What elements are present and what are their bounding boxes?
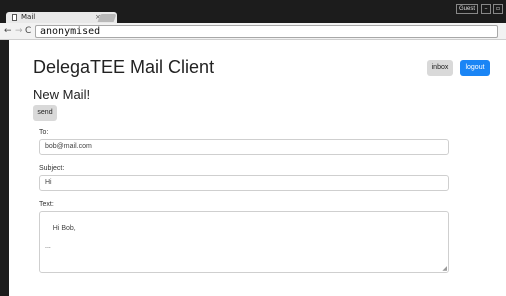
subject-field[interactable]: Hi: [39, 175, 449, 191]
inbox-button[interactable]: inbox: [427, 60, 453, 76]
logout-button[interactable]: logout: [460, 60, 490, 76]
window-left-frame: [0, 23, 9, 296]
to-label: To:: [39, 129, 49, 136]
send-button[interactable]: send: [33, 105, 57, 121]
to-field[interactable]: bob@mail.com: [39, 139, 449, 155]
text-label: Text:: [39, 201, 54, 208]
reload-icon[interactable]: C: [25, 23, 31, 40]
url-text: anonymised: [40, 26, 101, 37]
page-title: New Mail!: [33, 87, 91, 102]
page-icon: [12, 14, 17, 21]
address-bar[interactable]: anonymised: [35, 25, 498, 38]
tab-title: Mail: [21, 13, 36, 21]
guest-profile-button[interactable]: Guest: [456, 4, 478, 14]
maximize-icon[interactable]: ▫: [493, 4, 503, 14]
app-title: DelegaTEE Mail Client: [33, 57, 215, 77]
browser-toolbar: ← → C anonymised: [0, 23, 506, 40]
back-icon[interactable]: ←: [4, 23, 12, 40]
forward-icon[interactable]: →: [15, 23, 23, 40]
message-textarea[interactable]: Hi Bob, ... ◢: [39, 211, 449, 273]
minimize-icon[interactable]: –: [481, 4, 491, 14]
subject-label: Subject:: [39, 165, 65, 172]
page-content: DelegaTEE Mail Client inbox logout New M…: [9, 41, 506, 296]
resize-handle-icon[interactable]: ◢: [442, 266, 447, 272]
message-text: Hi Bob, ...: [45, 225, 76, 250]
new-tab-button[interactable]: [97, 14, 117, 22]
